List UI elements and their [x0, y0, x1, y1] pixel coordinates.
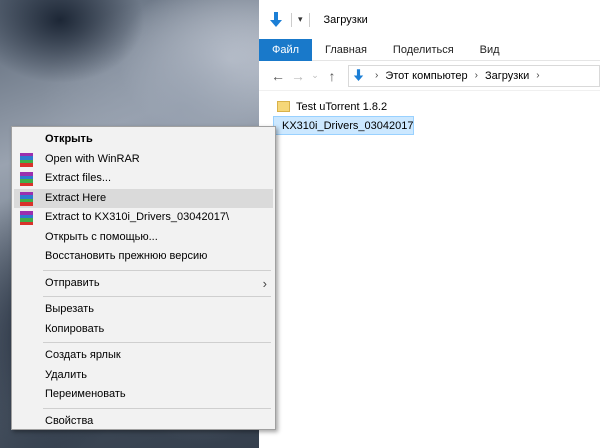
- menu-item-label: Extract Here: [45, 191, 107, 204]
- menu-item-label: Переименовать: [45, 388, 126, 400]
- tab-home[interactable]: Главная: [312, 39, 380, 61]
- tab-file[interactable]: Файл: [259, 39, 313, 61]
- breadcrumb-chevron-icon[interactable]: ›: [536, 70, 539, 81]
- address-bar[interactable]: › Этот компьютер › Загрузки ›: [348, 64, 600, 87]
- title-bar: ▾ Загрузки: [259, 0, 600, 39]
- window-title: Загрузки: [323, 13, 368, 26]
- up-arrow-icon[interactable]: ↑: [322, 68, 342, 84]
- menu-item-label: Отправить: [45, 276, 100, 289]
- menu-item-open[interactable]: Открыть: [14, 130, 273, 150]
- list-item-archive-selected[interactable]: KX310i_Drivers_03042017: [273, 116, 414, 135]
- submenu-chevron-icon: ›: [262, 275, 267, 291]
- menu-item-delete[interactable]: Удалить: [14, 366, 273, 386]
- back-arrow-icon[interactable]: ←: [268, 68, 288, 84]
- menu-item-open-with[interactable]: Открыть с помощью...: [14, 228, 273, 248]
- menu-item-label: Копировать: [45, 322, 105, 335]
- menu-separator: [43, 269, 271, 271]
- list-item-folder[interactable]: Test uTorrent 1.8.2: [273, 97, 414, 116]
- navigation-bar: ← → ⌄ ↑ › Этот компьютер › Загрузки ›: [259, 61, 600, 91]
- menu-separator: [43, 296, 271, 297]
- menu-item-label: Создать ярлык: [45, 349, 121, 361]
- winrar-icon: [20, 211, 33, 225]
- breadcrumb-downloads[interactable]: Загрузки: [485, 70, 529, 82]
- menu-item-label: Вырезать: [45, 303, 94, 315]
- menu-item-label: Extract to KX310i_Drivers_03042017\: [45, 211, 230, 223]
- forward-arrow-icon[interactable]: →: [288, 68, 308, 84]
- quick-access-dropdown-icon[interactable]: ▾: [298, 14, 303, 25]
- menu-item-extract-here[interactable]: Extract Here: [14, 188, 273, 208]
- file-name: Test uTorrent 1.8.2: [296, 100, 388, 113]
- winrar-icon: [20, 191, 33, 206]
- file-explorer-window: ▾ Загрузки Файл Главная Поделиться Вид ←…: [259, 0, 600, 448]
- menu-item-properties[interactable]: Свойства: [14, 412, 273, 432]
- menu-item-label: Extract files...: [45, 172, 112, 184]
- downloads-location-icon: [353, 69, 364, 82]
- menu-item-label: Свойства: [45, 414, 94, 427]
- title-separator: [291, 12, 292, 27]
- menu-separator: [43, 407, 271, 409]
- winrar-icon: [20, 172, 33, 186]
- menu-item-open-with-winrar[interactable]: Open with WinRAR: [14, 150, 273, 170]
- menu-item-extract-files[interactable]: Extract files...: [14, 169, 273, 189]
- breadcrumb-chevron-icon[interactable]: ›: [375, 70, 378, 81]
- downloads-folder-icon: [267, 10, 285, 30]
- menu-item-restore-previous-version[interactable]: Восстановить прежнюю версию: [14, 247, 273, 267]
- menu-item-extract-to-folder[interactable]: Extract to KX310i_Drivers_03042017\: [14, 208, 273, 228]
- menu-item-rename[interactable]: Переименовать: [14, 385, 273, 405]
- ribbon-tabs: Файл Главная Поделиться Вид: [259, 39, 600, 61]
- file-list: Test uTorrent 1.8.2 KX310i_Drivers_03042…: [273, 97, 414, 135]
- breadcrumb-this-pc[interactable]: Этот компьютер: [385, 70, 467, 82]
- recent-locations-chevron-icon[interactable]: ⌄: [308, 70, 322, 81]
- title-separator: [308, 12, 310, 27]
- menu-item-label: Открыть: [45, 133, 93, 145]
- menu-item-label: Открыть с помощью...: [45, 230, 158, 243]
- breadcrumb-chevron-icon[interactable]: ›: [475, 70, 478, 81]
- folder-icon: [277, 101, 290, 112]
- menu-separator: [43, 342, 271, 343]
- tab-view[interactable]: Вид: [467, 39, 513, 61]
- menu-item-label: Удалить: [45, 368, 87, 381]
- menu-item-create-shortcut[interactable]: Создать ярлык: [14, 346, 273, 366]
- tab-share[interactable]: Поделиться: [380, 39, 467, 61]
- context-menu: Открыть Open with WinRAR Extract files..…: [11, 126, 276, 430]
- menu-item-copy[interactable]: Копировать: [14, 320, 273, 340]
- menu-item-label: Open with WinRAR: [45, 152, 140, 165]
- menu-item-label: Восстановить прежнюю версию: [45, 250, 208, 262]
- winrar-icon: [20, 152, 33, 167]
- menu-item-cut[interactable]: Вырезать: [14, 300, 273, 320]
- file-name: KX310i_Drivers_03042017: [282, 119, 414, 132]
- menu-item-send-to[interactable]: Отправить ›: [14, 274, 273, 294]
